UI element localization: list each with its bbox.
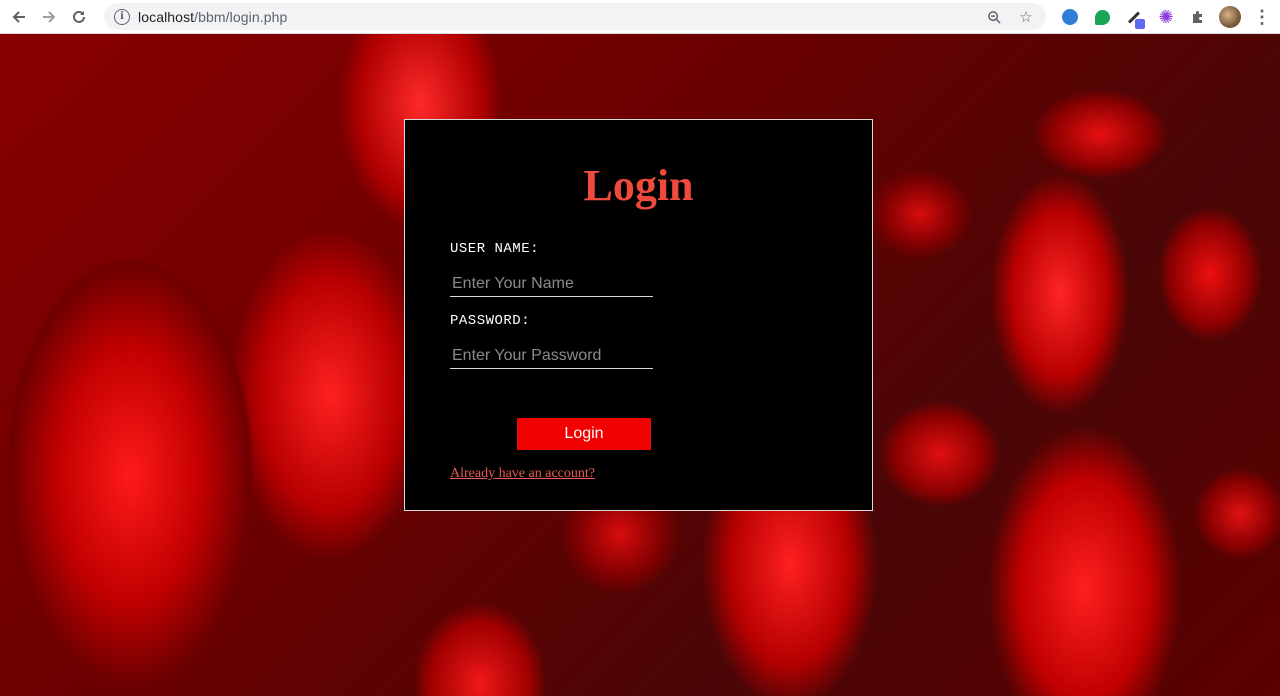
password-label: PASSWORD:: [450, 313, 531, 329]
url-path: /bbm/login.php: [194, 8, 288, 25]
account-link[interactable]: Already have an account?: [450, 466, 595, 482]
url-host: localhost: [138, 8, 195, 25]
arrow-left-icon: [12, 10, 25, 23]
login-card: Login USER NAME: PASSWORD: Login Already…: [404, 119, 873, 511]
kebab-menu-icon[interactable]: ⋮: [1250, 5, 1274, 29]
extension-purple-icon[interactable]: ✺: [1154, 5, 1178, 29]
reload-button[interactable]: [64, 2, 94, 32]
extension-blue-icon[interactable]: [1058, 5, 1082, 29]
profile-avatar[interactable]: [1218, 5, 1242, 29]
star-icon[interactable]: ☆: [1016, 7, 1036, 27]
address-bar[interactable]: i localhost/bbm/login.php ☆: [104, 3, 1046, 30]
info-icon[interactable]: i: [114, 8, 130, 25]
extension-bar: ✺ ⋮: [1058, 5, 1274, 29]
zoom-icon[interactable]: [984, 7, 1004, 27]
extension-pen-icon[interactable]: [1122, 5, 1146, 29]
password-input[interactable]: [450, 343, 653, 369]
browser-toolbar: i localhost/bbm/login.php ☆ ✺ ⋮: [0, 0, 1280, 34]
url-text[interactable]: localhost/bbm/login.php: [138, 9, 287, 25]
username-input[interactable]: [450, 271, 653, 297]
login-button[interactable]: Login: [517, 418, 651, 450]
extension-green-icon[interactable]: [1090, 5, 1114, 29]
puzzle-icon[interactable]: [1186, 5, 1210, 29]
username-label: USER NAME:: [450, 241, 540, 257]
login-title: Login: [583, 161, 694, 210]
back-button[interactable]: [4, 2, 34, 32]
arrow-right-icon: [43, 10, 56, 23]
page-background: Login USER NAME: PASSWORD: Login Already…: [0, 34, 1280, 696]
reload-icon: [73, 10, 85, 23]
forward-button[interactable]: [34, 2, 64, 32]
